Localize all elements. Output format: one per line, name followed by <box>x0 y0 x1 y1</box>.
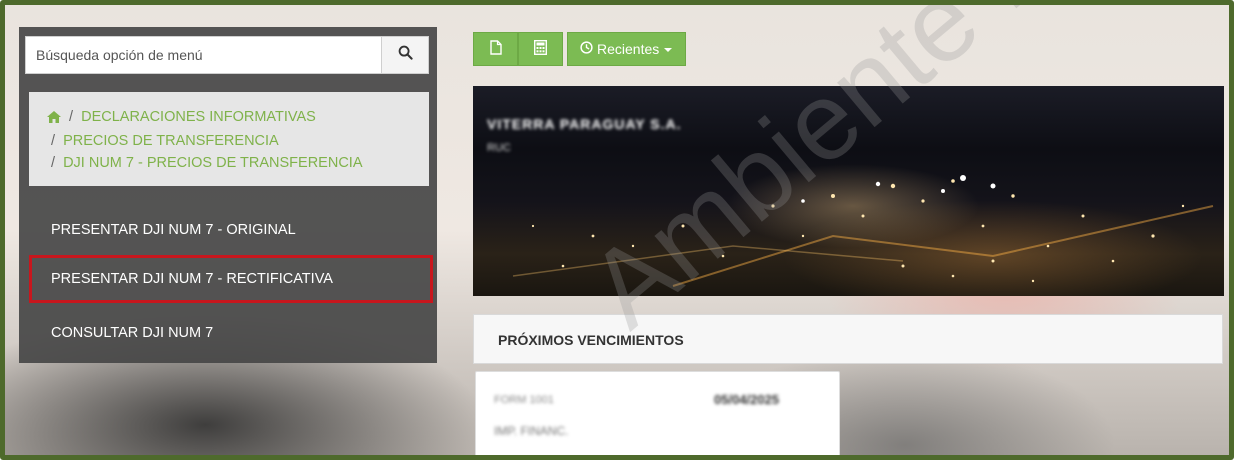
company-banner: VITERRA PARAGUAY S.A. RUC <box>473 86 1224 296</box>
next-due-header: PRÓXIMOS VENCIMIENTOS <box>473 314 1223 364</box>
search-input[interactable] <box>26 37 386 73</box>
file-icon <box>489 40 502 58</box>
search-button[interactable] <box>381 37 428 73</box>
due-form-label: FORM 1001 <box>494 394 554 406</box>
breadcrumb-item-precios[interactable]: PRECIOS DE TRANSFERENCIA <box>63 133 279 149</box>
breadcrumb: / DECLARACIONES INFORMATIVAS / PRECIOS D… <box>29 92 429 186</box>
app-frame: / DECLARACIONES INFORMATIVAS / PRECIOS D… <box>0 0 1234 460</box>
recent-dropdown-button[interactable]: Recientes <box>567 32 687 66</box>
calculator-button[interactable] <box>518 32 563 66</box>
breadcrumb-item-dji[interactable]: DJI NUM 7 - PRECIOS DE TRANSFERENCIA <box>63 155 362 171</box>
company-ruc: RUC <box>487 142 511 154</box>
breadcrumb-separator: / <box>69 109 74 125</box>
due-card: FORM 1001 05/04/2025 IMP. FINANC. <box>475 371 840 455</box>
breadcrumb-separator: / <box>51 133 56 149</box>
menu-item-consultar[interactable]: CONSULTAR DJI NUM 7 <box>29 309 433 357</box>
calculator-icon <box>533 39 548 58</box>
caret-down-icon <box>663 41 673 57</box>
home-icon[interactable] <box>47 108 61 130</box>
breadcrumb-separator: / <box>51 155 56 171</box>
breadcrumb-item-declaraciones[interactable]: DECLARACIONES INFORMATIVAS <box>81 109 316 125</box>
company-name: VITERRA PARAGUAY S.A. <box>487 116 682 132</box>
due-date: 05/04/2025 <box>714 392 780 407</box>
due-description: IMP. FINANC. <box>494 424 569 438</box>
clock-icon <box>580 41 593 57</box>
menu-item-presentar-original[interactable]: PRESENTAR DJI NUM 7 - ORIGINAL <box>29 206 433 254</box>
menu-item-presentar-rectificativa[interactable]: PRESENTAR DJI NUM 7 - RECTIFICATIVA <box>29 255 433 303</box>
toolbar: Recientes <box>473 32 687 68</box>
recent-label: Recientes <box>597 41 660 57</box>
new-document-button[interactable] <box>473 32 518 66</box>
search-box <box>25 36 429 74</box>
menu-panel: / DECLARACIONES INFORMATIVAS / PRECIOS D… <box>19 27 437 363</box>
search-icon <box>398 45 413 65</box>
